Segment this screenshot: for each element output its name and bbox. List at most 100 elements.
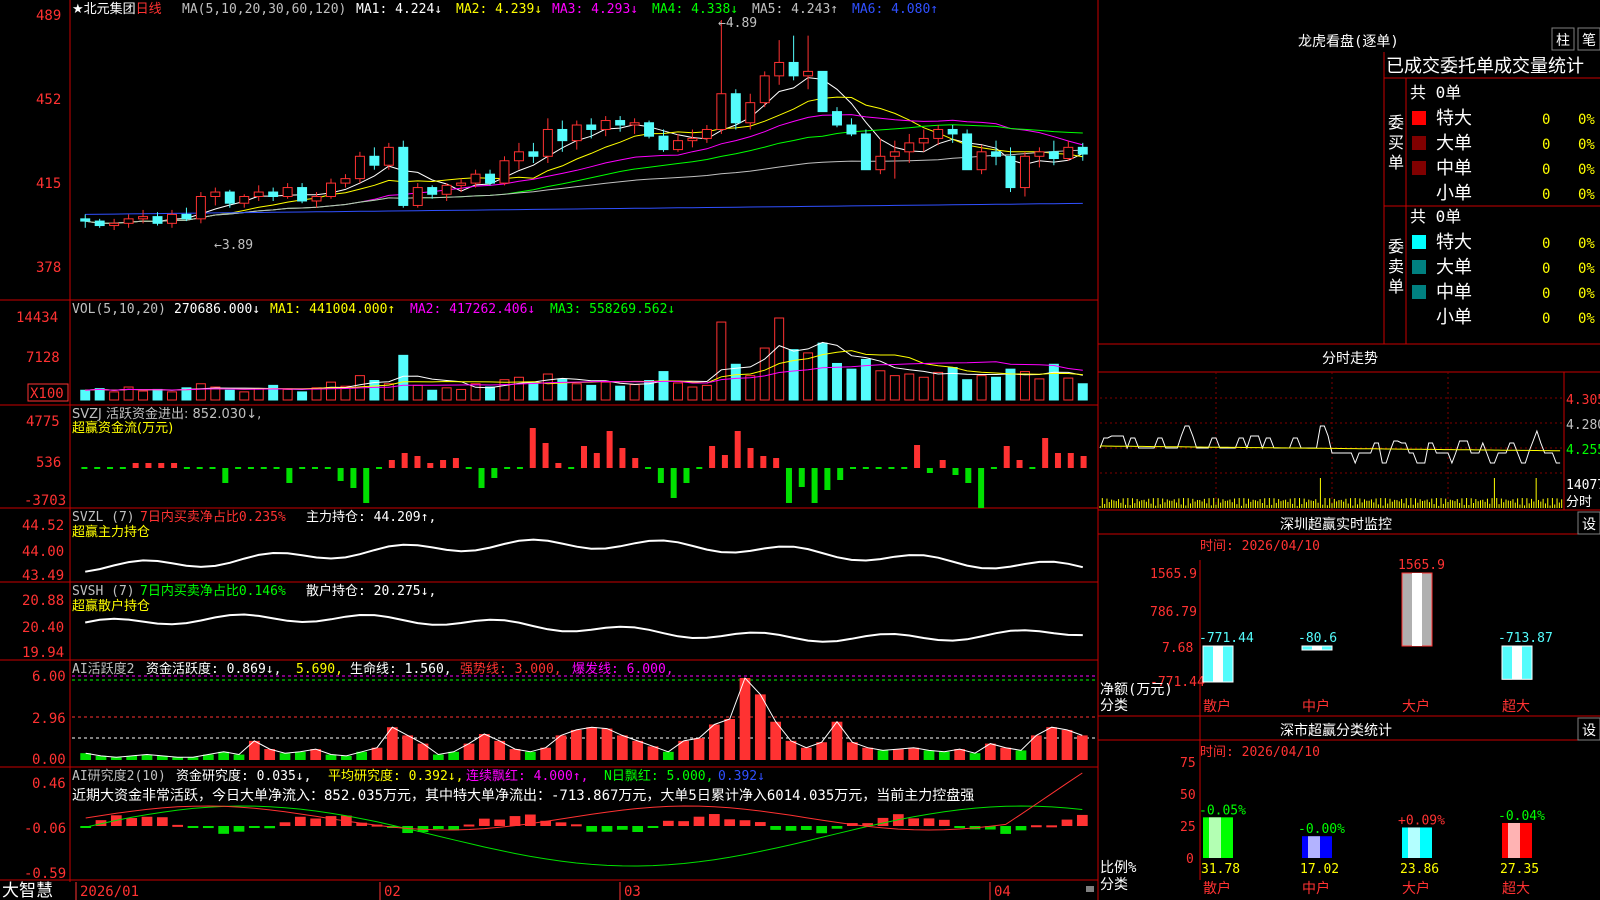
svzj-bar xyxy=(107,467,114,469)
svzj-bar xyxy=(581,446,587,468)
sc-cat-label: 散户 xyxy=(1203,880,1231,897)
svzj-bar xyxy=(94,467,101,469)
svzj-bar xyxy=(683,468,690,483)
ma1-value: MA1: 4.224↓ xyxy=(356,2,442,17)
volume-bar xyxy=(615,385,626,401)
volume-bar xyxy=(1077,383,1088,401)
sell-row-name: 小单 xyxy=(1436,307,1472,328)
volume-bar xyxy=(991,376,1002,401)
candle-body xyxy=(109,222,120,227)
volume-ma-10 xyxy=(85,350,1083,391)
ai1-bar xyxy=(877,750,889,760)
svzl-ytick: 44.00 xyxy=(22,544,64,560)
volume-bar xyxy=(817,342,828,401)
candle-body xyxy=(94,220,105,227)
ai2-bar xyxy=(739,820,751,826)
price-ytick: 415 xyxy=(36,176,61,192)
ai1-bar xyxy=(1046,727,1058,760)
buy-row-swatch xyxy=(1412,161,1426,175)
price-panel[interactable] xyxy=(80,20,1088,231)
candle-body xyxy=(615,120,626,126)
sz-ytick: 786.79 xyxy=(1150,605,1197,620)
svzj-bar xyxy=(273,467,280,469)
candle-body xyxy=(600,120,611,130)
ai2-bar xyxy=(1030,825,1042,828)
ai1-bar xyxy=(800,747,812,760)
svzj-bar xyxy=(1003,446,1010,468)
ma-label: MA(5,10,20,30,60,120) xyxy=(182,2,346,17)
candle-body xyxy=(383,146,394,166)
price-ytick: 378 xyxy=(36,260,61,276)
volume-bar xyxy=(513,376,524,401)
ai2-bar xyxy=(478,818,490,826)
chart-canvas[interactable]: 489 452 415 378 ★北元集团日线 MA(5,10,20,30,60… xyxy=(0,0,1600,900)
ai1-bar xyxy=(739,678,751,760)
svsh-line xyxy=(85,613,1083,643)
buy-row-pct: 0% xyxy=(1578,162,1595,178)
volume-bar xyxy=(571,383,582,401)
svzj-bar xyxy=(1080,456,1087,468)
ai1-bar xyxy=(1000,747,1012,760)
ai1-ytick: 2.96 xyxy=(32,711,66,727)
svzj-ytick: -3703 xyxy=(24,493,66,509)
sc-ytick: 0 xyxy=(1186,852,1194,867)
sc-change-label: -0.00% xyxy=(1298,822,1345,837)
price-ytick: 489 xyxy=(36,8,61,24)
ai1-header: AI活跃度2 资金活跃度: 0.869↓, 5.690, 生命线: 1.560,… xyxy=(72,661,674,677)
lock-icon[interactable] xyxy=(1086,886,1094,892)
volume-bar xyxy=(109,391,120,401)
svzj-bar xyxy=(247,467,254,469)
svzj-bar xyxy=(875,467,882,469)
ma-lines xyxy=(85,77,1084,224)
ai1-bar xyxy=(478,734,490,760)
fenshi-ytick: 4.255 xyxy=(1566,443,1600,458)
ai2-bar xyxy=(800,826,812,830)
ma2-value: MA2: 4.239↓ xyxy=(456,2,542,17)
candle-body xyxy=(282,187,293,198)
vol-ytick: 7128 xyxy=(26,350,60,366)
btn-col-label: 柱 xyxy=(1556,33,1570,49)
volume-bar xyxy=(586,384,597,401)
ai2-bar xyxy=(233,826,245,832)
ai2-bar xyxy=(172,824,184,827)
ai1-bar xyxy=(862,747,874,760)
candle-body xyxy=(629,122,640,126)
candle-body xyxy=(427,187,438,195)
svzl-ytick: 43.49 xyxy=(22,568,64,584)
svzj-bar xyxy=(990,467,997,469)
volume-bar xyxy=(253,388,264,401)
svsh-yticks: 20.88 20.40 19.94 xyxy=(22,593,64,661)
ai2-ytick: 0.46 xyxy=(32,776,66,792)
ai1-bar xyxy=(632,740,644,760)
volume-bar xyxy=(195,383,206,401)
candle-body xyxy=(846,124,857,135)
vol-ma3: MA3: 558269.562↓ xyxy=(550,302,675,317)
ai2-bar xyxy=(923,818,935,826)
buy-row-pct: 0% xyxy=(1578,137,1595,153)
ai1-bar xyxy=(708,724,720,760)
sc-value-label: 23.86 xyxy=(1400,862,1439,877)
svzj-bar xyxy=(440,460,447,468)
sell-row-value: 0 xyxy=(1542,286,1550,302)
svzj-bar xyxy=(1054,453,1061,468)
svzj-bar xyxy=(696,467,703,469)
svzj-bar xyxy=(593,453,600,468)
ai2-bar xyxy=(601,826,613,832)
svzj-bar xyxy=(747,448,754,468)
ai1-bar xyxy=(509,749,521,760)
volume-bar xyxy=(485,386,496,401)
svzj-bar xyxy=(376,467,383,469)
svzj-bar xyxy=(401,453,408,468)
ai2-bar xyxy=(463,824,475,827)
sell-row-swatch xyxy=(1412,285,1426,299)
fenshi-ytick: 4.280 xyxy=(1566,418,1600,433)
sz-cat-label: 超大 xyxy=(1502,699,1530,715)
volume-bar xyxy=(875,370,886,401)
ai2-bar xyxy=(785,826,797,831)
ai1-panel xyxy=(72,675,1098,760)
volume-bar xyxy=(1019,371,1030,401)
volume-bar xyxy=(297,391,308,401)
vol-label: VOL(5,10,20) xyxy=(72,302,166,317)
ai1-bar xyxy=(938,751,950,760)
buy-row-name: 小单 xyxy=(1436,183,1472,204)
